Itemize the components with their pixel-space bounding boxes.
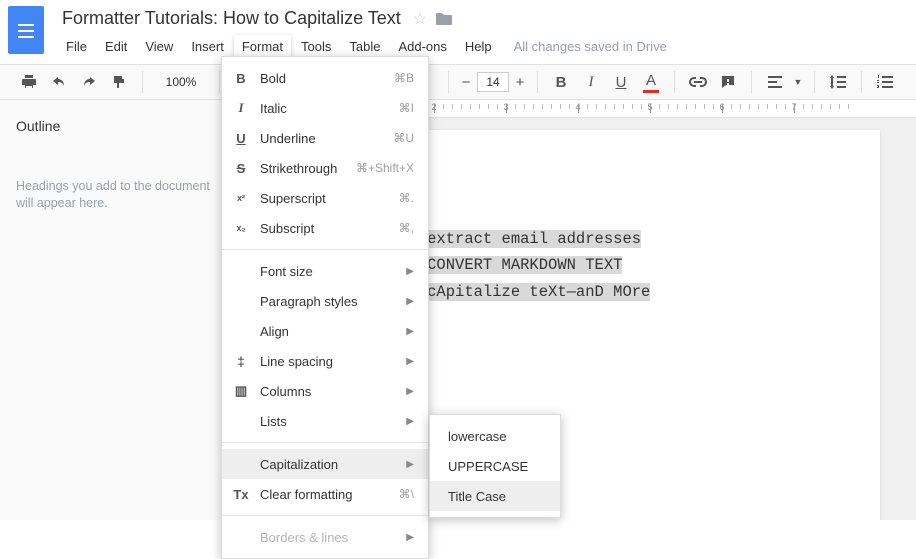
outline-heading: Outline xyxy=(16,118,213,134)
redo-icon[interactable] xyxy=(76,69,102,95)
insert-link-icon[interactable] xyxy=(685,69,711,95)
format-font-size[interactable]: Font size▶ xyxy=(222,256,428,286)
menu-edit[interactable]: Edit xyxy=(97,35,135,58)
menu-bar: FileEditViewInsertFormatToolsTableAdd-on… xyxy=(58,31,908,64)
outline-help-text: Headings you add to the document will ap… xyxy=(16,178,213,212)
menu-format[interactable]: Format xyxy=(234,35,291,58)
text-color-icon[interactable]: A xyxy=(638,69,664,95)
zoom-select[interactable]: 100% xyxy=(153,75,209,89)
underline-icon[interactable]: U xyxy=(608,69,634,95)
menu-insert[interactable]: Insert xyxy=(183,35,232,58)
format-clear-formatting[interactable]: TxClear formatting⌘\ xyxy=(222,479,428,509)
bold-icon[interactable]: B xyxy=(548,69,574,95)
format-capitalization[interactable]: Capitalization▶ xyxy=(222,449,428,479)
italic-icon[interactable]: I xyxy=(578,69,604,95)
align-dropdown-icon[interactable]: ▼ xyxy=(792,69,804,95)
align-left-icon[interactable] xyxy=(762,69,788,95)
capitalization-submenu: lowercaseUPPERCASETitle Case xyxy=(429,414,561,518)
format-paragraph-styles[interactable]: Paragraph styles▶ xyxy=(222,286,428,316)
format-borders-&-lines: Borders & lines▶ xyxy=(222,522,428,552)
format-subscript[interactable]: x₂Subscript⌘, xyxy=(222,213,428,243)
paint-format-icon[interactable] xyxy=(106,69,132,95)
capitalization-uppercase[interactable]: UPPERCASE xyxy=(430,451,560,481)
menu-add-ons[interactable]: Add-ons xyxy=(390,35,454,58)
format-line-spacing[interactable]: ‡Line spacing▶ xyxy=(222,346,428,376)
format-columns[interactable]: ▥Columns▶ xyxy=(222,376,428,406)
font-size-decrease[interactable]: − xyxy=(459,69,473,95)
title-bar: Formatter Tutorials: How to Capitalize T… xyxy=(0,0,916,64)
menu-help[interactable]: Help xyxy=(457,35,500,58)
format-lists[interactable]: Lists▶ xyxy=(222,406,428,436)
docs-logo-icon[interactable] xyxy=(8,6,44,54)
menu-view[interactable]: View xyxy=(137,35,181,58)
format-underline[interactable]: UUnderline⌘U xyxy=(222,123,428,153)
star-icon[interactable]: ☆ xyxy=(413,9,427,29)
capitalization-title-case[interactable]: Title Case xyxy=(430,481,560,511)
menu-tools[interactable]: Tools xyxy=(293,35,339,58)
insert-comment-icon[interactable] xyxy=(715,69,741,95)
format-bold[interactable]: BBold⌘B xyxy=(222,63,428,93)
menu-file[interactable]: File xyxy=(58,35,95,58)
menu-table[interactable]: Table xyxy=(341,35,388,58)
font-size-input[interactable]: 14 xyxy=(477,72,509,92)
format-strikethrough[interactable]: SStrikethrough⌘+Shift+X xyxy=(222,153,428,183)
format-menu: BBold⌘BIItalic⌘IUUnderline⌘USStrikethrou… xyxy=(221,56,429,559)
save-status: All changes saved in Drive xyxy=(514,39,667,54)
capitalization-lowercase[interactable]: lowercase xyxy=(430,421,560,451)
format-align[interactable]: Align▶ xyxy=(222,316,428,346)
outline-panel: Outline Headings you add to the document… xyxy=(0,100,230,520)
format-italic[interactable]: IItalic⌘I xyxy=(222,93,428,123)
numbered-list-icon[interactable] xyxy=(872,69,898,95)
format-superscript[interactable]: x²Superscript⌘. xyxy=(222,183,428,213)
print-icon[interactable] xyxy=(16,69,42,95)
undo-icon[interactable] xyxy=(46,69,72,95)
line-spacing-icon[interactable] xyxy=(825,69,851,95)
toolbar: 100% − 14 + B I U A ▼ xyxy=(0,64,916,100)
font-size-increase[interactable]: + xyxy=(513,69,527,95)
folder-icon[interactable] xyxy=(435,12,453,26)
document-title[interactable]: Formatter Tutorials: How to Capitalize T… xyxy=(58,6,405,31)
